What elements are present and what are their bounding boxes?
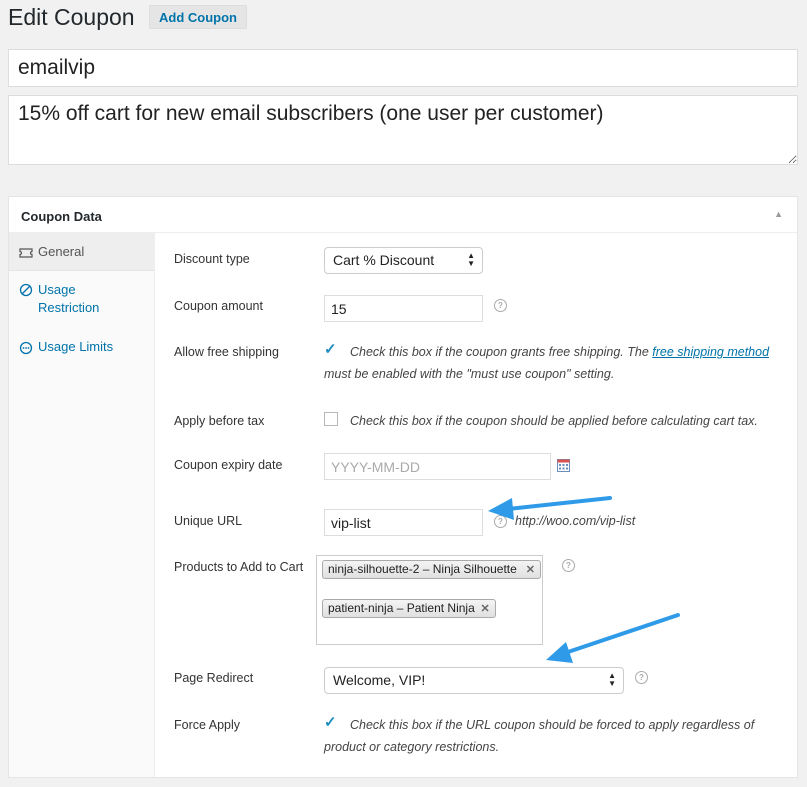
coupon-data-tabs: General Usage Restriction Usage Limits: [9, 233, 155, 777]
remove-icon[interactable]: ✕: [526, 564, 535, 577]
free-shipping-label: Allow free shipping: [174, 345, 279, 359]
apply-before-tax-checkbox[interactable]: [324, 412, 338, 426]
discount-type-value: Cart % Discount: [333, 252, 435, 268]
force-apply-label: Force Apply: [174, 718, 241, 732]
discount-type-select[interactable]: Cart % Discount ▲ ▼: [324, 247, 483, 274]
expiry-date-input[interactable]: [324, 453, 551, 480]
coupon-description-textarea[interactable]: 15% off cart for new email subscribers (…: [8, 95, 798, 165]
page-title: Edit Coupon: [8, 4, 135, 30]
ticket-icon: [19, 247, 33, 258]
free-shipping-description: Check this box if the coupon grants free…: [324, 341, 774, 385]
help-icon[interactable]: ?: [562, 559, 575, 572]
tab-usage-limits[interactable]: Usage Limits: [9, 339, 155, 369]
ban-icon: [19, 283, 33, 296]
free-shipping-desc-before: Check this box if the coupon grants free…: [350, 345, 649, 359]
page-redirect-label: Page Redirect: [174, 671, 254, 685]
calendar-icon[interactable]: [557, 459, 570, 472]
help-icon[interactable]: ?: [635, 671, 648, 684]
tab-usage-limits-label: Usage Limits: [38, 339, 114, 354]
unique-url-label: Unique URL: [174, 514, 243, 528]
select-arrows-icon: ▲ ▼: [467, 251, 475, 268]
help-icon[interactable]: ?: [494, 515, 507, 528]
collapse-arrow-icon[interactable]: ▲: [774, 209, 783, 219]
tab-general[interactable]: General: [9, 233, 155, 271]
tab-usage-restriction[interactable]: Usage Restriction: [9, 281, 155, 331]
force-apply-description: Check this box if the URL coupon should …: [324, 718, 755, 754]
coupon-amount-input[interactable]: [324, 295, 483, 322]
dots-icon: [19, 341, 33, 354]
add-coupon-button[interactable]: Add Coupon: [149, 5, 247, 29]
product-token: ninja-silhouette-2 – Ninja Silhouette ✕: [322, 560, 541, 579]
product-token-label: ninja-silhouette-2 – Ninja Silhouette: [328, 562, 517, 576]
free-shipping-method-link[interactable]: free shipping method: [652, 345, 769, 359]
remove-icon[interactable]: ✕: [481, 603, 490, 616]
product-token-label: patient-ninja – Patient Ninja: [328, 601, 475, 615]
products-multiselect[interactable]: ninja-silhouette-2 – Ninja Silhouette ✕ …: [316, 555, 543, 645]
tab-usage-restriction-label: Usage Restriction: [38, 282, 100, 315]
products-to-add-label: Products to Add to Cart: [174, 560, 304, 574]
free-shipping-desc-after: must be enabled with the "must use coupo…: [324, 367, 615, 381]
coupon-amount-label: Coupon amount: [174, 299, 263, 313]
product-token: patient-ninja – Patient Ninja ✕: [322, 599, 496, 618]
discount-type-label: Discount type: [174, 252, 250, 266]
panel-header: Coupon Data: [9, 197, 797, 233]
apply-before-tax-description: Check this box if the coupon should be a…: [350, 414, 758, 428]
page-redirect-select[interactable]: Welcome, VIP! ▲ ▼: [324, 667, 624, 694]
help-icon[interactable]: ?: [494, 299, 507, 312]
unique-url-hint: http://woo.com/vip-list: [515, 514, 636, 528]
coupon-code-input[interactable]: [8, 49, 798, 87]
expiry-date-label: Coupon expiry date: [174, 458, 283, 472]
select-arrows-icon: ▲ ▼: [608, 671, 616, 688]
page-redirect-value: Welcome, VIP!: [333, 672, 426, 688]
panel-title: Coupon Data: [21, 209, 102, 224]
unique-url-input[interactable]: [324, 509, 483, 536]
apply-before-tax-label: Apply before tax: [174, 414, 265, 428]
tab-general-label: General: [38, 244, 85, 259]
